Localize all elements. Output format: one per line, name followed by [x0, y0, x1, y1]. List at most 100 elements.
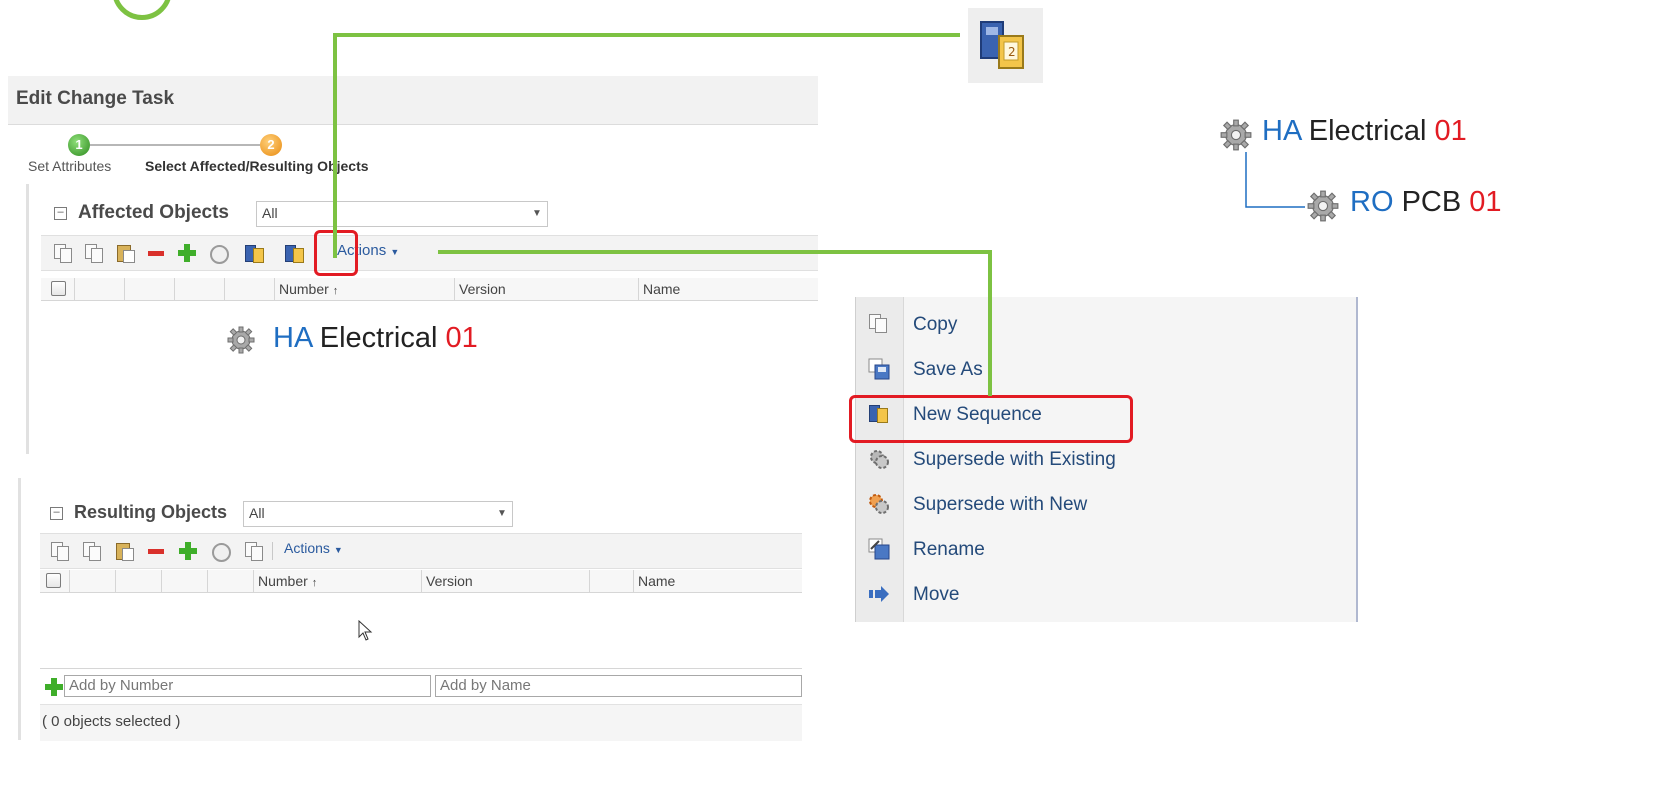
edit-change-task-dialog: Edit Change Task 1 2 Set Attributes Sele…	[8, 76, 818, 461]
part-gear-icon	[227, 326, 255, 354]
grid-col-icon1	[75, 278, 125, 300]
add-by-number-icon[interactable]	[44, 677, 64, 697]
supersede-existing-icon	[870, 450, 889, 469]
menu-item-save-as[interactable]: Save As	[856, 347, 1356, 391]
affected-item-prefix: HA	[273, 322, 312, 354]
toolbar-separator	[272, 542, 273, 560]
wizard-step-1-label[interactable]: Set Attributes	[28, 158, 111, 174]
tree-parent-suffix: 01	[1434, 115, 1467, 147]
rename-icon	[868, 538, 890, 560]
column-version[interactable]: Version	[422, 570, 590, 592]
tree-child-label: RO PCB 01	[1350, 186, 1502, 219]
paste-icon[interactable]	[115, 243, 135, 263]
resulting-objects-header: – Resulting Objects All ▼	[38, 496, 798, 532]
affected-item-suffix: 01	[445, 322, 478, 354]
revise-icon[interactable]	[208, 243, 229, 264]
svg-text:2: 2	[1008, 45, 1016, 59]
add-icon[interactable]	[177, 243, 197, 263]
collapse-icon[interactable]: –	[50, 507, 63, 520]
affected-objects-title: Affected Objects	[78, 202, 229, 223]
mouse-cursor-icon	[358, 620, 373, 641]
tree-connector	[1245, 152, 1305, 208]
affected-filter-value: All	[262, 205, 278, 221]
menu-item-label: Rename	[913, 539, 985, 560]
grid-col-blank	[590, 570, 634, 592]
selection-status: ( 0 objects selected )	[42, 713, 181, 730]
supersede-new-icon	[869, 494, 889, 514]
new-sequence-menu-highlight	[849, 395, 1133, 443]
tree-parent-label: HA Electrical 01	[1262, 115, 1467, 148]
chevron-down-icon: ▼	[497, 508, 507, 519]
panel-border	[26, 184, 29, 454]
menu-item-move[interactable]: Move	[856, 572, 1356, 616]
tree-child-name: PCB	[1401, 186, 1462, 218]
resulting-objects-title: Resulting Objects	[74, 502, 228, 522]
connector-line	[333, 33, 337, 258]
copy-icon[interactable]	[50, 541, 70, 561]
menu-item-supersede-new[interactable]: Supersede with New	[856, 482, 1356, 526]
add-icon[interactable]	[178, 541, 198, 561]
save-as-icon	[868, 358, 890, 380]
menu-item-label: Supersede with New	[913, 494, 1088, 515]
grid-col-icon4	[225, 278, 275, 300]
sort-ascending-icon: ↑	[332, 285, 339, 297]
remove-icon[interactable]	[146, 541, 166, 561]
copy-to-icon[interactable]	[82, 541, 102, 561]
affected-filter-select[interactable]: All ▼	[256, 201, 548, 227]
wizard-steps: 1 2 Set Attributes Select Affected/Resul…	[8, 124, 818, 180]
grid-col-icon2	[116, 570, 162, 592]
collapse-icon[interactable]: –	[54, 207, 67, 220]
status-bar: ( 0 objects selected )	[40, 704, 802, 741]
column-number-label: Number	[279, 281, 329, 297]
resulting-filter-select[interactable]: All ▼	[243, 501, 513, 527]
column-number[interactable]: Number ↑	[275, 278, 455, 300]
part-gear-icon	[1307, 190, 1339, 222]
add-by-number-input[interactable]: Add by Number	[64, 675, 431, 697]
tree-child-suffix: 01	[1469, 186, 1502, 218]
affected-grid-header: Number ↑ Version Name	[41, 278, 818, 301]
menu-item-rename[interactable]: Rename	[856, 527, 1356, 571]
copy-sequence-icon[interactable]	[244, 243, 264, 263]
remove-icon[interactable]	[146, 243, 166, 263]
copy-to-icon[interactable]	[84, 243, 104, 263]
resulting-toolbar: Actions ▼	[40, 533, 802, 569]
grid-col-icon2	[125, 278, 175, 300]
wizard-step-1[interactable]: 1	[68, 134, 90, 156]
grid-col-icon3	[175, 278, 225, 300]
menu-item-copy[interactable]: Copy	[856, 302, 1356, 346]
tree-child-prefix: RO	[1350, 186, 1394, 218]
step-circle-fragment	[112, 0, 172, 20]
tree-parent-name: Electrical	[1308, 115, 1427, 147]
resulting-actions-menu[interactable]: Actions ▼	[284, 540, 343, 556]
part-gear-icon	[1220, 119, 1252, 151]
copy-icon[interactable]	[53, 243, 73, 263]
add-by-name-input[interactable]: Add by Name	[435, 675, 802, 697]
new-sequence-icon-large: 2	[968, 8, 1043, 83]
resulting-actions-label: Actions	[284, 540, 330, 556]
chevron-down-icon: ▼	[532, 208, 542, 219]
column-name[interactable]: Name	[639, 278, 818, 300]
grid-col-check	[40, 570, 70, 592]
column-version[interactable]: Version	[455, 278, 639, 300]
menu-item-label: Move	[913, 584, 960, 605]
affected-item-name: Electrical	[319, 322, 438, 354]
connector-line	[988, 250, 992, 396]
resulting-objects-panel: – Resulting Objects All ▼ Actions ▼ Numb…	[18, 478, 802, 741]
grid-col-icon4	[208, 570, 254, 592]
panel-border	[18, 478, 21, 740]
revise-icon[interactable]	[210, 541, 231, 562]
resulting-grid-header: Number ↑ Version Name	[40, 570, 802, 593]
wizard-step-2[interactable]: 2	[260, 134, 282, 156]
set-state-icon[interactable]	[244, 541, 264, 561]
grid-col-icon3	[162, 570, 208, 592]
paste-icon[interactable]	[114, 541, 134, 561]
grid-divider	[40, 668, 802, 669]
menu-item-supersede-existing[interactable]: Supersede with Existing	[856, 437, 1356, 481]
affected-objects-header: – Affected Objects All ▼	[38, 196, 818, 232]
column-name[interactable]: Name	[634, 570, 802, 592]
new-sequence-icon[interactable]	[284, 243, 304, 263]
resulting-filter-value: All	[249, 505, 265, 521]
grid-col-icon1	[70, 570, 116, 592]
affected-item-label[interactable]: HA Electrical 01	[273, 322, 478, 355]
column-number[interactable]: Number ↑	[254, 570, 422, 592]
